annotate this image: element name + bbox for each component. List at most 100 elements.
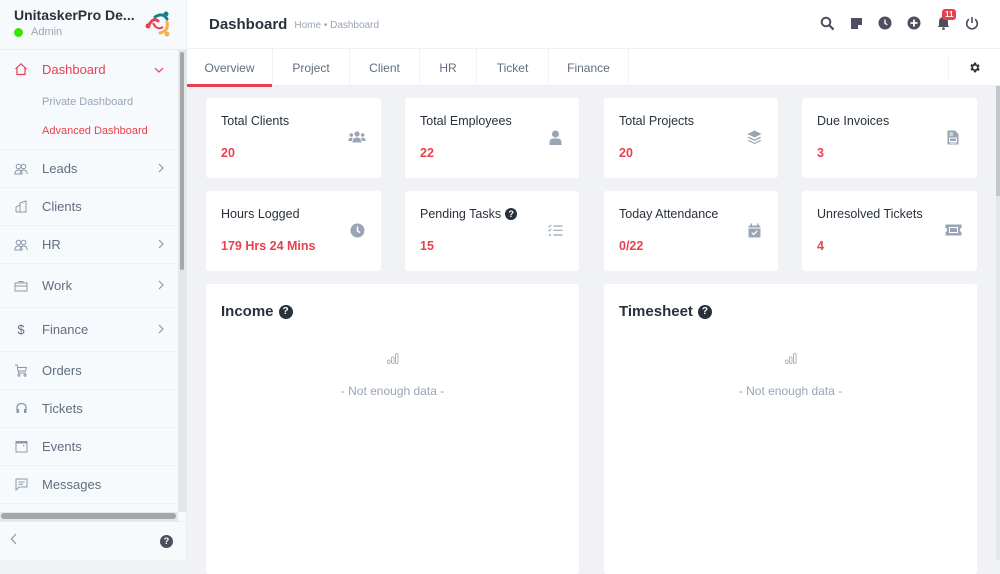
people-icon	[14, 238, 28, 252]
widget-title: Income ?	[221, 303, 293, 320]
tab-ticket[interactable]: Ticket	[477, 49, 549, 86]
stat-card-total-projects[interactable]: Total Projects 20	[604, 98, 778, 178]
headset-icon	[14, 402, 28, 416]
sidebar-item-orders[interactable]: Orders	[0, 352, 178, 390]
stat-value: 20	[221, 146, 235, 160]
empty-state-text: - Not enough data -	[738, 384, 843, 398]
sidebar-item-label: Dashboard	[42, 61, 106, 77]
cart-icon	[14, 364, 28, 378]
stat-label: Total Employees	[420, 114, 512, 128]
stat-label: Unresolved Tickets	[817, 207, 923, 221]
main-vertical-scrollbar[interactable]	[996, 86, 1000, 560]
income-widget: Income ? - Not enough data -	[206, 284, 579, 574]
sidebar-subitem-advanced-dashboard[interactable]: Advanced Dashboard	[0, 117, 178, 150]
dashboard-settings-button[interactable]	[948, 57, 1000, 78]
stat-card-pending-tasks[interactable]: Pending Tasks ? 15	[405, 191, 579, 271]
stat-label-text: Pending Tasks	[420, 207, 502, 221]
help-icon[interactable]: ?	[278, 304, 293, 319]
timesheet-widget: Timesheet ? - Not enough data -	[604, 284, 977, 574]
tab-project[interactable]: Project	[273, 49, 350, 86]
stat-card-total-employees[interactable]: Total Employees 22	[405, 98, 579, 178]
scrollbar-thumb[interactable]	[996, 86, 1000, 196]
chevron-right-icon	[158, 323, 164, 337]
search-icon[interactable]	[819, 15, 835, 31]
sidebar-item-label: Tickets	[42, 401, 83, 416]
building-icon	[14, 200, 28, 214]
help-icon[interactable]: ?	[505, 208, 518, 220]
stat-value: 15	[420, 239, 434, 253]
sidebar-header[interactable]: UnitaskerPro De... Admin	[0, 0, 186, 50]
sidebar-item-clients[interactable]: Clients	[0, 188, 178, 226]
sidebar-item-hr[interactable]: HR	[0, 226, 178, 264]
stat-card-unresolved-tickets[interactable]: Unresolved Tickets 4	[802, 191, 977, 271]
sidebar-item-finance[interactable]: $ Finance	[0, 308, 178, 352]
stat-label: Pending Tasks ?	[420, 207, 518, 221]
layers-icon	[745, 128, 763, 146]
sidebar-item-label: Events	[42, 439, 82, 454]
ticket-icon	[944, 221, 962, 239]
breadcrumb[interactable]: Home • Dashboard	[294, 20, 379, 31]
briefcase-icon	[14, 279, 28, 293]
sidebar-vertical-scrollbar[interactable]	[178, 50, 187, 512]
scrollbar-thumb[interactable]	[180, 52, 184, 270]
calendar-icon	[14, 440, 28, 454]
stat-card-total-clients[interactable]: Total Clients 20	[206, 98, 381, 178]
dollar-icon: $	[17, 322, 25, 337]
house-icon	[14, 62, 28, 76]
sidebar-item-label: Messages	[42, 477, 102, 492]
role-label: Admin	[31, 26, 63, 38]
empty-state-text: - Not enough data -	[340, 384, 445, 398]
users-icon	[348, 128, 366, 146]
tab-client[interactable]: Client	[350, 49, 420, 86]
calendar-check-icon	[745, 221, 763, 239]
sidebar-item-label: Work	[42, 278, 73, 293]
top-actions: 11	[819, 9, 980, 31]
stat-value: 20	[619, 146, 633, 160]
stat-value: 0/22	[619, 239, 644, 253]
stat-value: 22	[420, 146, 434, 160]
notification-count-badge: 11	[942, 9, 957, 20]
sidebar-horizontal-scrollbar[interactable]	[0, 512, 178, 521]
company-logo-icon	[145, 11, 170, 37]
stat-label: Total Projects	[619, 114, 695, 128]
clock-icon[interactable]	[877, 15, 893, 31]
stat-value: 3	[817, 146, 824, 160]
message-icon	[14, 478, 28, 492]
chevron-right-icon	[158, 238, 164, 252]
stat-card-hours-logged[interactable]: Hours Logged 179 Hrs 24 Mins	[206, 191, 381, 271]
file-invoice-icon	[944, 128, 962, 146]
bar-chart-icon	[386, 351, 399, 369]
stat-label: Today Attendance	[619, 207, 719, 221]
sidebar-item-events[interactable]: Events	[0, 428, 178, 466]
tab-finance[interactable]: Finance	[549, 49, 629, 86]
online-status-dot	[14, 27, 23, 37]
sidebar-item-label: Finance	[42, 322, 89, 337]
sidebar-item-work[interactable]: Work	[0, 264, 178, 308]
chevron-right-icon	[158, 162, 164, 176]
stat-card-due-invoices[interactable]: Due Invoices 3	[802, 98, 977, 178]
user-icon	[546, 128, 564, 146]
sidebar-item-messages[interactable]: Messages	[0, 466, 178, 504]
add-circle-icon[interactable]	[906, 15, 922, 31]
stat-label: Due Invoices	[817, 114, 890, 128]
sidebar-subitem-private-dashboard[interactable]: Private Dashboard	[0, 88, 178, 117]
clock-icon	[348, 221, 366, 239]
help-icon[interactable]: ?	[160, 534, 173, 548]
sidebar-item-dashboard[interactable]: Dashboard	[0, 50, 178, 88]
help-icon[interactable]: ?	[697, 304, 712, 319]
sidebar-item-leads[interactable]: Leads	[0, 150, 178, 188]
collapse-sidebar-icon[interactable]	[10, 532, 18, 550]
power-icon[interactable]	[964, 15, 980, 31]
stat-value: 179 Hrs 24 Mins	[221, 239, 316, 253]
stat-label: Total Clients	[221, 114, 290, 128]
stat-card-today-attendance[interactable]: Today Attendance 0/22	[604, 191, 778, 271]
sidebar-item-tickets[interactable]: Tickets	[0, 390, 178, 428]
tab-hr[interactable]: HR	[420, 49, 477, 86]
sidebar-item-label: Clients	[42, 199, 82, 214]
sticky-note-icon[interactable]	[848, 15, 864, 31]
scrollbar-thumb[interactable]	[1, 513, 176, 519]
sidebar-item-label: Leads	[42, 161, 78, 176]
tab-overview[interactable]: Overview	[187, 49, 273, 87]
page-title: Dashboard	[209, 15, 288, 33]
notification-bell-icon[interactable]: 11	[935, 9, 957, 31]
